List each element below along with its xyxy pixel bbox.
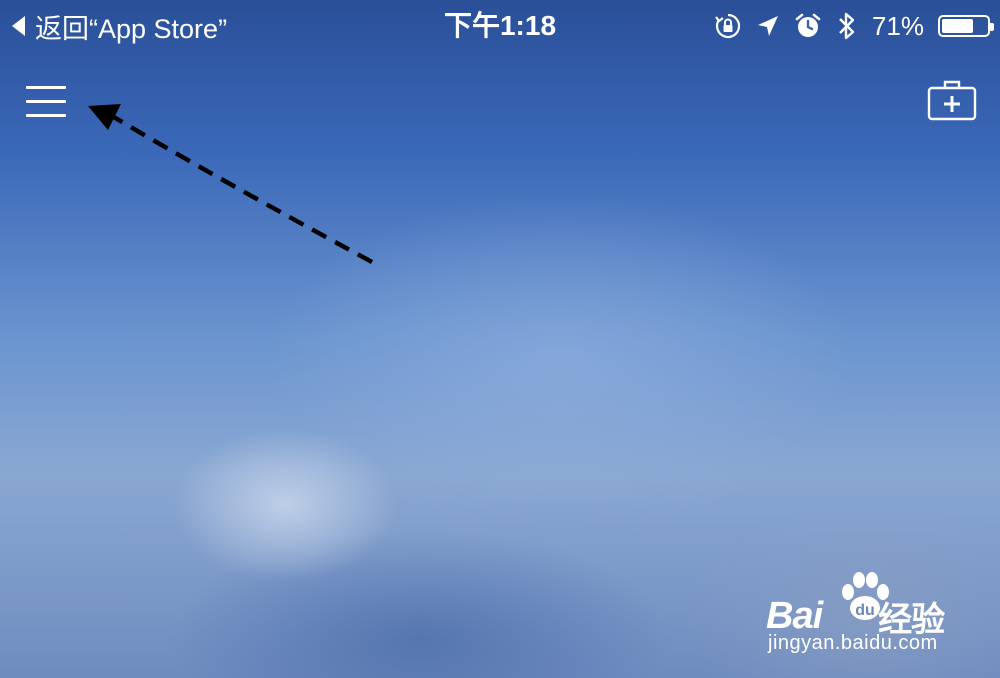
baidu-jingyan-watermark: du Bai 经验 jingyan.baidu.com [766,570,966,660]
watermark-url: jingyan.baidu.com [768,632,938,654]
